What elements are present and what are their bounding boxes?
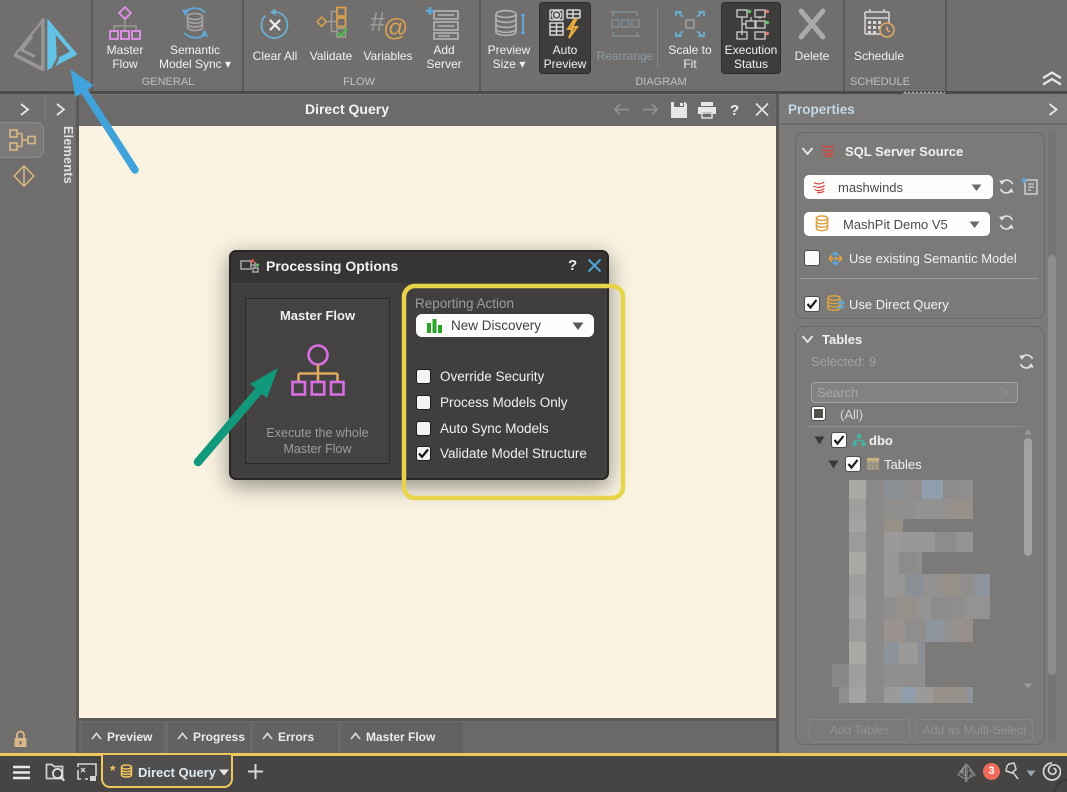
- svg-text:@: @: [383, 14, 406, 42]
- svg-text:?: ?: [730, 102, 739, 119]
